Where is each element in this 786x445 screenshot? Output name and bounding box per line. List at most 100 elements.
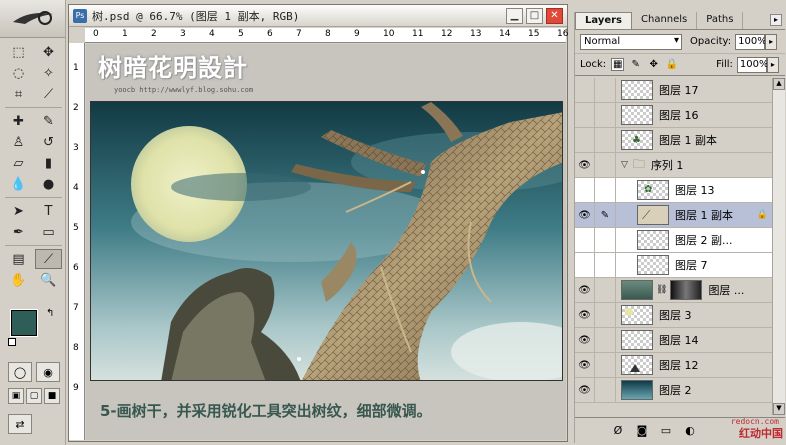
layer-row[interactable]: 图层 7: [575, 252, 772, 278]
adjustment-layer-icon[interactable]: ◐: [683, 424, 697, 438]
opacity-input[interactable]: 100%: [735, 33, 767, 50]
eraser-icon[interactable]: ▱: [5, 153, 32, 173]
shape-icon[interactable]: ▭: [35, 222, 62, 242]
link-toggle[interactable]: [595, 377, 616, 403]
link-toggle[interactable]: [595, 327, 616, 353]
zoom-icon[interactable]: 🔍: [35, 270, 62, 290]
type-icon[interactable]: T: [35, 201, 62, 221]
new-group-icon[interactable]: ▭: [659, 424, 673, 438]
pen-icon[interactable]: ✒: [5, 222, 32, 242]
tab-channels[interactable]: Channels: [632, 12, 698, 29]
standard-mode-icon[interactable]: ◯: [8, 362, 32, 382]
link-toggle[interactable]: [595, 102, 616, 128]
link-toggle[interactable]: [595, 252, 616, 278]
add-mask-icon[interactable]: ◙: [635, 424, 649, 438]
visibility-toggle[interactable]: [575, 227, 595, 253]
healing-brush-icon[interactable]: ✚: [5, 111, 32, 131]
lock-position-icon[interactable]: ✥: [647, 58, 660, 71]
fill-input[interactable]: 100%: [736, 56, 769, 73]
group-expand-icon[interactable]: ▽: [621, 160, 628, 170]
layer-row[interactable]: ♣ 图层 1 副本: [575, 127, 772, 153]
lock-pixels-icon[interactable]: ✎: [629, 58, 642, 71]
minimize-button[interactable]: ▁: [506, 7, 523, 24]
blend-mode-select[interactable]: Normal: [580, 33, 682, 50]
eye-icon[interactable]: 👁: [575, 152, 595, 178]
brush-icon[interactable]: ✎: [35, 111, 62, 131]
eye-icon[interactable]: 👁: [575, 377, 595, 403]
layer-row[interactable]: 图层 16: [575, 102, 772, 128]
visibility-toggle[interactable]: [575, 127, 595, 153]
tree-painting-canvas[interactable]: [90, 101, 563, 381]
link-toggle[interactable]: [595, 177, 616, 203]
fullscreen-icon[interactable]: ■: [44, 388, 60, 404]
layer-row[interactable]: 👁 图层 12: [575, 352, 772, 378]
close-button[interactable]: ✕: [546, 7, 563, 24]
magic-wand-icon[interactable]: ✧: [35, 63, 62, 83]
tab-paths[interactable]: Paths: [697, 12, 744, 29]
dodge-icon[interactable]: ●: [35, 174, 62, 194]
swap-colors-icon[interactable]: ↰: [46, 308, 54, 319]
vertical-ruler[interactable]: 1 2 3 4 5 6 7 8 9: [69, 43, 85, 440]
hand-icon[interactable]: ✋: [5, 270, 32, 290]
visibility-toggle[interactable]: [575, 177, 595, 203]
marquee-icon[interactable]: ⬚: [5, 42, 32, 62]
link-toggle[interactable]: [595, 152, 616, 178]
horizontal-ruler[interactable]: 0 1 2 3 4 5 6 7 8 9 10 11 12 13 14 15 16: [85, 28, 568, 43]
history-brush-icon[interactable]: ↺: [35, 132, 62, 152]
gradient-icon[interactable]: ▮: [35, 153, 62, 173]
fill-arrow-icon[interactable]: ▸: [766, 56, 779, 73]
opacity-arrow-icon[interactable]: ▸: [765, 33, 778, 50]
lasso-icon[interactable]: ◌: [5, 63, 32, 83]
scroll-down-icon[interactable]: ▼: [773, 403, 785, 415]
layer-row-selected[interactable]: 👁 ✎ ⟋ 图层 1 副本 🔒: [575, 202, 772, 228]
brush-icon[interactable]: ✎: [595, 202, 616, 228]
lock-transparency-icon[interactable]: ▦: [611, 58, 625, 71]
default-colors-icon[interactable]: [8, 338, 16, 346]
visibility-toggle[interactable]: [575, 252, 595, 278]
link-toggle[interactable]: [595, 227, 616, 253]
eye-icon[interactable]: 👁: [575, 352, 595, 378]
layer-mask-thumbnail[interactable]: [670, 280, 703, 300]
link-toggle[interactable]: [595, 127, 616, 153]
standard-screen-icon[interactable]: ▣: [8, 388, 24, 404]
notes-icon[interactable]: ▤: [5, 249, 32, 269]
lock-all-icon[interactable]: 🔒: [665, 58, 678, 71]
layer-row[interactable]: 👁 ⛓ 图层 ...: [575, 277, 772, 303]
eye-icon[interactable]: 👁: [575, 277, 595, 303]
layer-row[interactable]: 👁 图层 14: [575, 327, 772, 353]
layer-row[interactable]: ✿ 图层 13: [575, 177, 772, 203]
fullscreen-menu-icon[interactable]: ▢: [26, 388, 42, 404]
eye-icon[interactable]: 👁: [575, 202, 595, 228]
layer-group-row[interactable]: 👁 ▽ 🗀 序列 1: [575, 152, 772, 178]
document-titlebar[interactable]: Ps 树.psd @ 66.7% (图层 1 副本, RGB) ▁ □ ✕: [69, 5, 567, 27]
adobe-feather-icon[interactable]: [0, 0, 65, 38]
move-icon[interactable]: ✥: [35, 42, 62, 62]
crop-icon[interactable]: ⌗: [5, 84, 32, 104]
canvas-area[interactable]: 树暗花明設計 yoocb http://wwwlyf.blog.sohu.com: [86, 44, 566, 440]
chain-link-icon[interactable]: ⛓: [656, 285, 667, 295]
layer-row[interactable]: 图层 17: [575, 78, 772, 103]
path-select-icon[interactable]: ➤: [5, 201, 32, 221]
eye-icon[interactable]: 👁: [575, 327, 595, 353]
tab-layers[interactable]: Layers: [575, 12, 632, 29]
maximize-button[interactable]: □: [526, 7, 543, 24]
quick-mask-mode-icon[interactable]: ◉: [36, 362, 60, 382]
layer-style-icon[interactable]: Ø: [611, 424, 625, 438]
link-toggle[interactable]: [595, 78, 616, 103]
scroll-up-icon[interactable]: ▲: [773, 78, 785, 90]
visibility-toggle[interactable]: [575, 78, 595, 103]
stamp-icon[interactable]: ♙: [5, 132, 32, 152]
layer-row[interactable]: 👁 图层 3: [575, 302, 772, 328]
eyedropper-icon[interactable]: ⟋: [35, 249, 62, 269]
imageready-jump-icon[interactable]: ⇄: [8, 414, 32, 434]
layer-row[interactable]: 图层 2 副...: [575, 227, 772, 253]
layers-scrollbar[interactable]: ▲ ▼: [772, 78, 785, 415]
visibility-toggle[interactable]: [575, 102, 595, 128]
foreground-color-swatch[interactable]: [10, 309, 38, 337]
link-toggle[interactable]: [595, 277, 616, 303]
eye-icon[interactable]: 👁: [575, 302, 595, 328]
link-toggle[interactable]: [595, 352, 616, 378]
blur-icon[interactable]: 💧: [5, 174, 32, 194]
panel-menu-icon[interactable]: ▸: [770, 14, 782, 26]
slice-icon[interactable]: ⟋: [35, 84, 62, 104]
